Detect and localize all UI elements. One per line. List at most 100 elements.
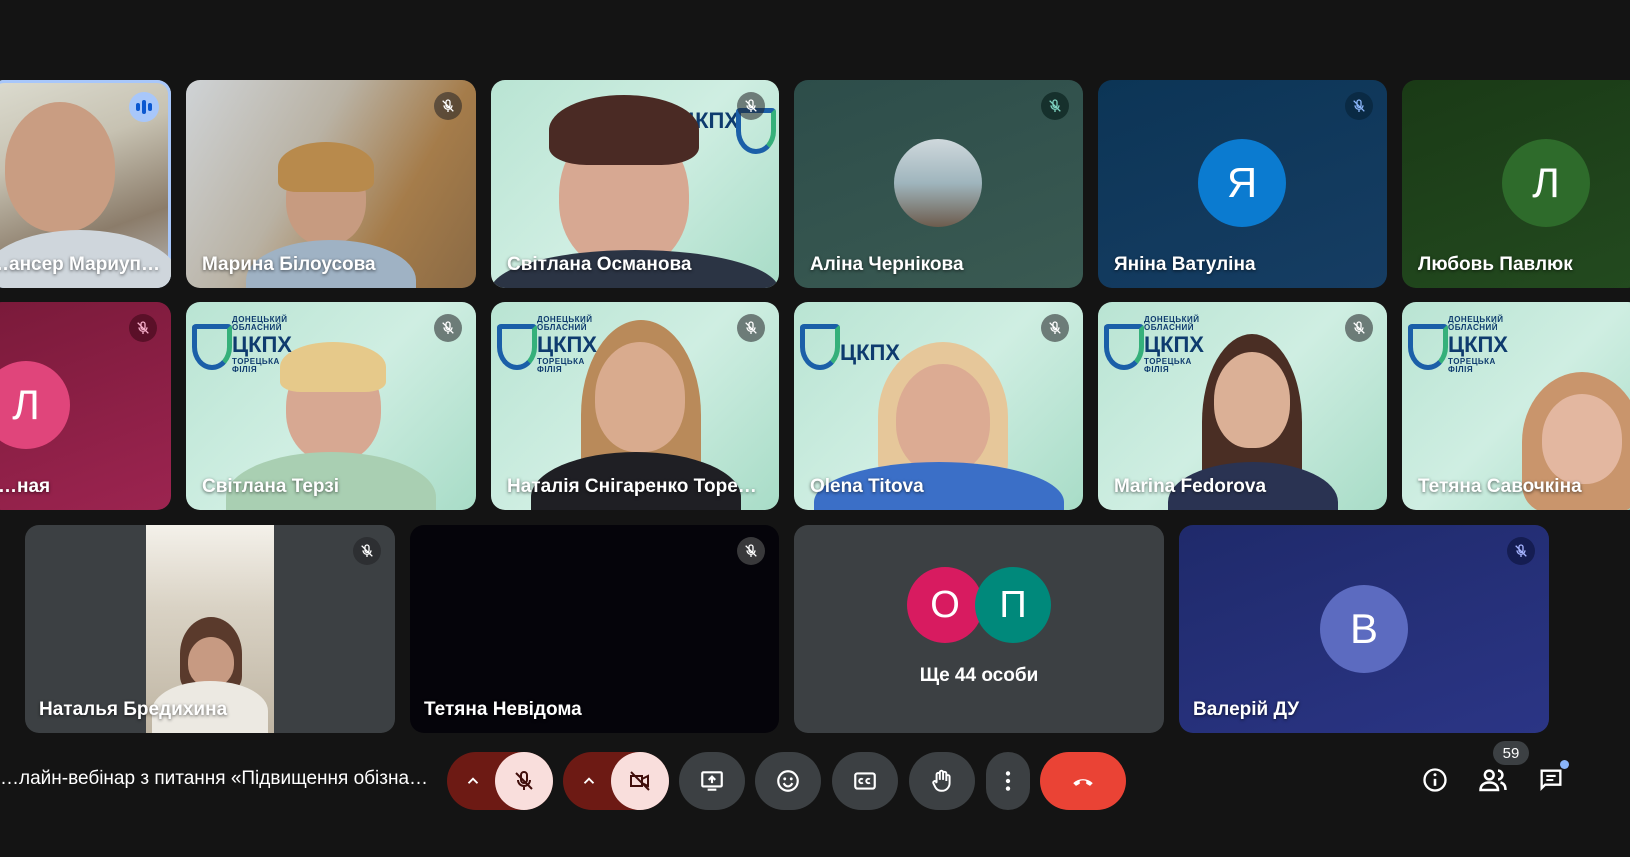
participant-tile[interactable]: ДОНЕЦЬКИЙ ОБЛАСНИЙ ЦКПХ ТОРЕЦЬКА ФІЛІЯ Marin…	[1098, 302, 1387, 510]
participant-name: Марина Білоусова	[202, 254, 376, 275]
participant-name: Аліна Чернікова	[810, 254, 964, 275]
camera-options-button[interactable]	[563, 752, 615, 810]
organization-logo: ЦКПХ	[840, 340, 900, 365]
avatar: Я	[1198, 139, 1286, 227]
participant-tile[interactable]: Аліна Чернікова	[794, 80, 1083, 288]
participant-name: Olena Titova	[810, 476, 924, 497]
raise-hand-button[interactable]	[909, 752, 975, 810]
mic-options-group	[447, 752, 553, 810]
participant-tile[interactable]: Я Яніна Ватуліна	[1098, 80, 1387, 288]
participant-name: Валерій ДУ	[1193, 699, 1300, 720]
chevron-up-icon	[467, 777, 479, 784]
leave-call-button[interactable]	[1040, 752, 1126, 810]
participant-video	[5, 102, 115, 232]
reactions-button[interactable]	[755, 752, 821, 810]
participant-tile[interactable]: ДОНЕЦЬКИЙ ОБЛАСНИЙ ЦКПХ ТОРЕЦЬКА ФІЛІЯ Світл…	[186, 302, 476, 510]
avatar: Л	[1502, 139, 1590, 227]
participant-video	[1214, 352, 1290, 448]
organization-logo	[497, 324, 537, 370]
info-icon	[1423, 768, 1447, 792]
mic-off-icon	[1041, 92, 1069, 120]
present-screen-icon	[701, 771, 723, 791]
more-vert-icon	[1005, 771, 1011, 791]
more-participants-tile[interactable]: О П Ще 44 особи	[794, 525, 1164, 733]
camera-options-group	[563, 752, 669, 810]
people-icon	[1479, 769, 1507, 792]
participant-video	[280, 342, 386, 392]
meeting-title: …лайн-вебінар з питання «Підвищення обіз…	[0, 768, 429, 789]
participant-tile[interactable]: Марина Білоусова	[186, 80, 476, 288]
participant-name: Яніна Ватуліна	[1114, 254, 1256, 275]
participant-tile[interactable]: ДОНЕЦЬКИЙ ОБЛАСНИЙ ЦКПХ ТОРЕЦЬКА ФІЛІЯ Натал…	[491, 302, 779, 510]
speaking-indicator-icon	[129, 92, 159, 122]
emoji-icon	[777, 770, 799, 792]
participant-name: Світлана Терзі	[202, 476, 339, 497]
organization-logo: ДОНЕЦЬКИЙ ОБЛАСНИЙ ЦКПХ ТОРЕЦЬКА ФІЛІЯ	[1144, 315, 1204, 374]
participant-video	[278, 142, 374, 192]
participant-tile[interactable]: ДОНЕЦЬКИЙ ОБЛАСНИЙ ЦКПХ ТОРЕЦЬКА ФІЛІЯ Тетян…	[1402, 302, 1630, 510]
organization-logo	[1408, 324, 1448, 370]
mic-options-button[interactable]	[447, 752, 499, 810]
organization-logo	[800, 324, 840, 370]
mic-off-icon	[353, 537, 381, 565]
participant-name: Тетяна Невідома	[424, 699, 582, 720]
participant-tile[interactable]: Л …ная	[0, 302, 171, 510]
avatar	[894, 139, 982, 227]
mic-off-icon	[1345, 314, 1373, 342]
participant-name: …ная	[0, 476, 51, 497]
notification-dot	[1560, 760, 1569, 769]
avatar: О	[907, 567, 983, 643]
participant-name: Marina Fedorova	[1114, 476, 1267, 497]
avatar: Л	[0, 361, 70, 449]
call-end-icon	[1073, 779, 1093, 786]
participant-tile[interactable]: ЦКПХ Світлана Османова	[491, 80, 779, 288]
mic-toggle-button[interactable]	[495, 752, 553, 810]
participant-tile[interactable]: В Валерій ДУ	[1179, 525, 1549, 733]
mic-off-icon	[1507, 537, 1535, 565]
organization-logo	[1104, 324, 1144, 370]
camera-toggle-button[interactable]	[611, 752, 669, 810]
people-button[interactable]	[1477, 764, 1509, 796]
more-options-button[interactable]	[986, 752, 1030, 810]
organization-logo: ДОНЕЦЬКИЙ ОБЛАСНИЙ ЦКПХ ТОРЕЦЬКА ФІЛІЯ	[1448, 315, 1508, 374]
mic-off-icon	[129, 314, 157, 342]
chat-button[interactable]	[1535, 760, 1569, 796]
mic-off-icon	[515, 770, 533, 790]
mic-off-icon	[737, 314, 765, 342]
participant-name: …ансер Мариуп…	[0, 254, 161, 275]
avatar: П	[975, 567, 1051, 643]
raise-hand-icon	[932, 769, 951, 792]
mic-off-icon	[434, 92, 462, 120]
participant-name: Наталія Снігаренко Торе…	[507, 476, 757, 497]
participant-tile[interactable]: ЦКПХ Olena Titova	[794, 302, 1083, 510]
mic-off-icon	[1041, 314, 1069, 342]
mic-off-icon	[434, 314, 462, 342]
participant-video	[896, 364, 990, 474]
participant-name: Світлана Османова	[507, 254, 692, 275]
participant-name: Любовь Павлюк	[1418, 254, 1573, 275]
chevron-up-icon	[583, 777, 595, 784]
participant-tile[interactable]: Тетяна Невідома	[410, 525, 779, 733]
organization-logo: ДОНЕЦЬКИЙ ОБЛАСНИЙ ЦКПХ ТОРЕЦЬКА ФІЛІЯ	[537, 315, 597, 374]
participant-video	[188, 637, 234, 687]
avatar: В	[1320, 585, 1408, 673]
captions-icon	[854, 772, 876, 790]
organization-logo	[192, 324, 232, 370]
participant-video	[1542, 394, 1622, 484]
participant-video	[549, 95, 699, 165]
mic-off-icon	[737, 92, 765, 120]
present-button[interactable]	[679, 752, 745, 810]
more-participants-label: Ще 44 особи	[919, 665, 1039, 686]
participant-tile[interactable]: Л Любовь Павлюк	[1402, 80, 1630, 288]
captions-button[interactable]	[832, 752, 898, 810]
mic-off-icon	[1345, 92, 1373, 120]
participant-tile[interactable]: Наталья Бредихина	[25, 525, 395, 733]
participant-name: Тетяна Савочкіна	[1418, 476, 1582, 497]
camera-off-icon	[630, 771, 650, 791]
participant-name: Наталья Бредихина	[39, 699, 228, 720]
participant-tile[interactable]: …ансер Мариуп…	[0, 80, 171, 288]
participants-count-badge: 59	[1493, 741, 1529, 765]
participant-video	[595, 342, 685, 452]
meeting-details-button[interactable]	[1419, 764, 1451, 796]
mic-off-icon	[737, 537, 765, 565]
